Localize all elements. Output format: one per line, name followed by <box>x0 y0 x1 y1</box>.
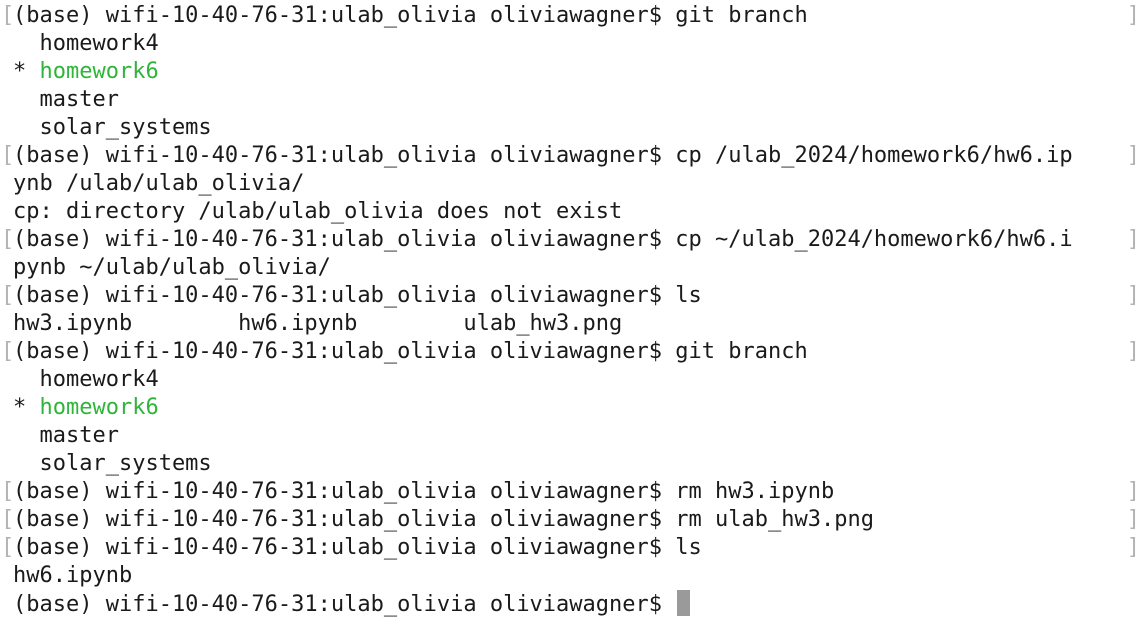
output-line: hw3.ipynb hw6.ipynb ulab_hw3.png <box>0 310 1142 338</box>
output-line: homework4 <box>0 366 1142 394</box>
current-branch-star: * <box>13 59 40 84</box>
prompt-mark-left: [ <box>1 507 15 532</box>
output-line: solar_systems <box>0 114 1142 142</box>
output-text: master <box>13 423 119 448</box>
output-text: solar_systems <box>13 451 212 476</box>
current-branch-star: * <box>13 395 40 420</box>
command-text: (base) wifi-10-40-76-31:ulab_olivia oliv… <box>13 592 676 617</box>
command-prompt-line: [(base) wifi-10-40-76-31:ulab_olivia oli… <box>0 534 1142 562</box>
prompt-mark-right: ] <box>1126 143 1140 168</box>
current-branch-name: homework6 <box>39 59 159 84</box>
prompt-mark-right: ] <box>1126 507 1140 532</box>
command-text: (base) wifi-10-40-76-31:ulab_olivia oliv… <box>13 3 808 28</box>
terminal-window[interactable]: [(base) wifi-10-40-76-31:ulab_olivia oli… <box>0 0 1142 624</box>
command-text: (base) wifi-10-40-76-31:ulab_olivia oliv… <box>13 507 874 532</box>
output-text: cp: directory /ulab/ulab_olivia does not… <box>13 199 623 224</box>
output-line: pynb ~/ulab/ulab_olivia/ <box>0 254 1142 282</box>
output-text: hw3.ipynb hw6.ipynb ulab_hw3.png <box>13 311 623 336</box>
prompt-mark-left: [ <box>1 535 15 560</box>
prompt-mark-right: ] <box>1126 535 1140 560</box>
output-text: solar_systems <box>13 115 212 140</box>
command-prompt-line: [(base) wifi-10-40-76-31:ulab_olivia oli… <box>0 478 1142 506</box>
prompt-mark-left: [ <box>1 143 15 168</box>
prompt-mark-left: [ <box>1 283 15 308</box>
current-branch-line: * homework6 <box>0 58 1142 86</box>
output-line: hw6.ipynb <box>0 562 1142 590</box>
command-prompt-line: [(base) wifi-10-40-76-31:ulab_olivia oli… <box>0 226 1142 254</box>
terminal-scrollback[interactable]: [(base) wifi-10-40-76-31:ulab_olivia oli… <box>0 2 1142 618</box>
active-prompt-line[interactable]: (base) wifi-10-40-76-31:ulab_olivia oliv… <box>0 590 1142 618</box>
output-text: hw6.ipynb <box>13 563 133 588</box>
output-line: solar_systems <box>0 450 1142 478</box>
current-branch-name: homework6 <box>39 395 159 420</box>
current-branch-line: * homework6 <box>0 394 1142 422</box>
prompt-mark-right: ] <box>1126 227 1140 252</box>
prompt-mark-left: [ <box>1 479 15 504</box>
command-text: (base) wifi-10-40-76-31:ulab_olivia oliv… <box>13 479 835 504</box>
command-prompt-line: [(base) wifi-10-40-76-31:ulab_olivia oli… <box>0 282 1142 310</box>
output-text: homework4 <box>13 31 159 56</box>
command-text: (base) wifi-10-40-76-31:ulab_olivia oliv… <box>13 339 808 364</box>
command-text: (base) wifi-10-40-76-31:ulab_olivia oliv… <box>13 283 702 308</box>
output-line: master <box>0 422 1142 450</box>
output-text: master <box>13 87 119 112</box>
output-text: homework4 <box>13 367 159 392</box>
prompt-mark-right: ] <box>1126 283 1140 308</box>
command-text: (base) wifi-10-40-76-31:ulab_olivia oliv… <box>13 227 1073 252</box>
command-prompt-line: [(base) wifi-10-40-76-31:ulab_olivia oli… <box>0 2 1142 30</box>
text-cursor[interactable] <box>677 590 691 616</box>
command-text: (base) wifi-10-40-76-31:ulab_olivia oliv… <box>13 535 702 560</box>
output-line: ynb /ulab/ulab_olivia/ <box>0 170 1142 198</box>
prompt-mark-left: [ <box>1 227 15 252</box>
command-text: (base) wifi-10-40-76-31:ulab_olivia oliv… <box>13 143 1073 168</box>
output-line: master <box>0 86 1142 114</box>
command-prompt-line: [(base) wifi-10-40-76-31:ulab_olivia oli… <box>0 142 1142 170</box>
output-text: pynb ~/ulab/ulab_olivia/ <box>13 255 331 280</box>
output-line: homework4 <box>0 30 1142 58</box>
prompt-mark-left: [ <box>1 339 15 364</box>
prompt-mark-right: ] <box>1126 339 1140 364</box>
output-line: cp: directory /ulab/ulab_olivia does not… <box>0 198 1142 226</box>
command-prompt-line: [(base) wifi-10-40-76-31:ulab_olivia oli… <box>0 506 1142 534</box>
command-prompt-line: [(base) wifi-10-40-76-31:ulab_olivia oli… <box>0 338 1142 366</box>
output-text: ynb /ulab/ulab_olivia/ <box>13 171 305 196</box>
prompt-mark-left: [ <box>1 3 15 28</box>
prompt-mark-right: ] <box>1126 479 1140 504</box>
prompt-mark-right: ] <box>1126 3 1140 28</box>
